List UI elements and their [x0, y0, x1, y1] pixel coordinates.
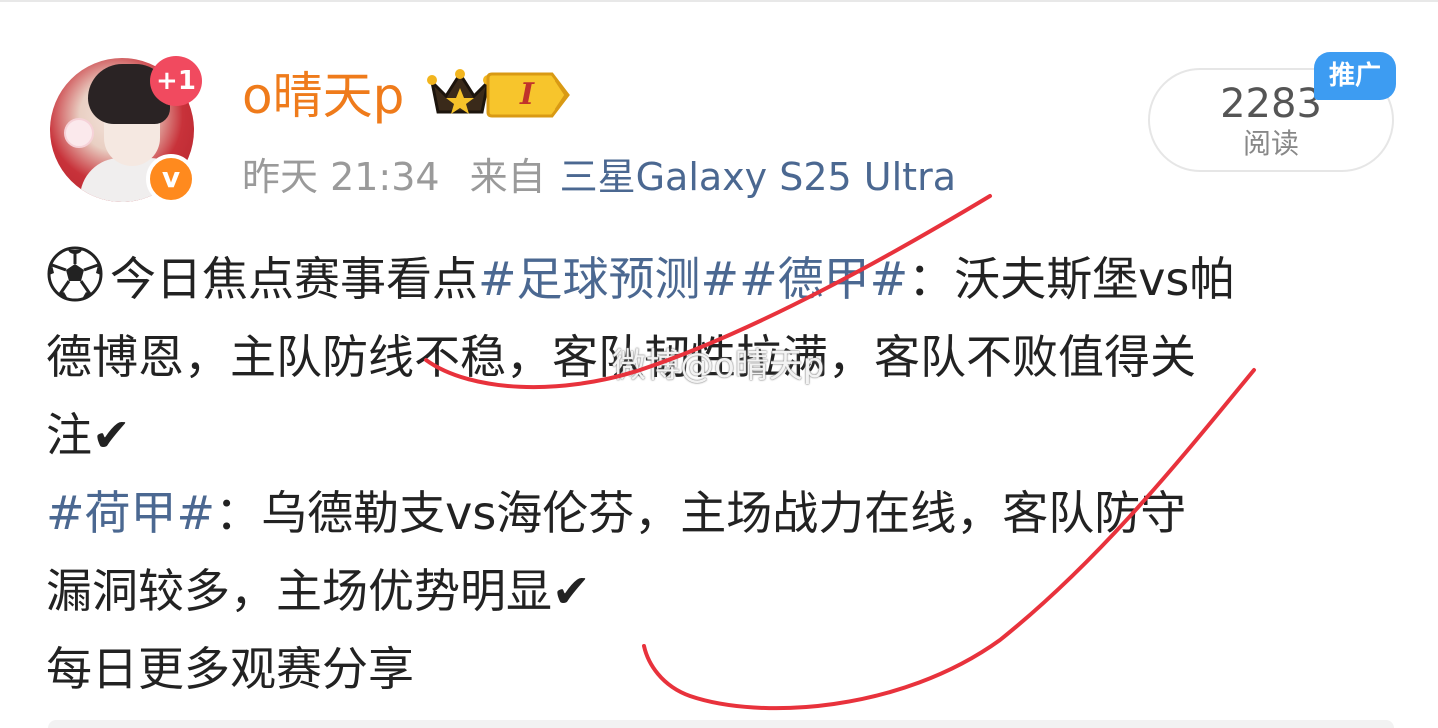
- hashtag-football-prediction[interactable]: #足球预测#: [478, 252, 739, 306]
- source-label: 来自: [469, 155, 546, 199]
- verified-icon: v: [146, 154, 196, 204]
- weibo-post-card: +1 v o晴天p I 昨天 21:34 来自 三星Galaxy S25 Ultra…: [0, 0, 1438, 728]
- post-time: 昨天 21:34: [242, 155, 440, 199]
- post-text-match-2: ：乌德勒支vs海伦芬，主场战力在线，客队防守: [215, 486, 1187, 540]
- post-line-3: 注✔: [46, 408, 131, 462]
- avatar-bubble: [64, 118, 94, 148]
- weibo-watermark: 微博@o晴天p: [612, 346, 825, 386]
- username[interactable]: o晴天p: [242, 66, 404, 126]
- hashtag-bundesliga[interactable]: #德甲#: [739, 252, 908, 306]
- post-meta: 昨天 21:34 来自 三星Galaxy S25 Ultra: [242, 152, 956, 202]
- hashtag-eredivisie[interactable]: #荷甲#: [46, 486, 215, 540]
- source-device-link[interactable]: 三星Galaxy S25 Ultra: [560, 155, 956, 199]
- post-line-4: #荷甲#：乌德勒支vs海伦芬，主场战力在线，客队防守: [46, 474, 1396, 552]
- post-text-intro: 今日焦点赛事看点: [110, 252, 478, 306]
- post-line-1: 今日焦点赛事看点#足球预测##德甲#：沃夫斯堡vs帕: [46, 240, 1396, 318]
- post-body: 今日焦点赛事看点#足球预测##德甲#：沃夫斯堡vs帕 德博恩，主队防线不稳，客队…: [46, 240, 1396, 708]
- bottom-divider: [48, 720, 1394, 728]
- reads-label: 阅读: [1242, 127, 1299, 160]
- soccer-ball-icon: [47, 246, 103, 302]
- post-text-match-1: ：沃夫斯堡vs帕: [908, 252, 1236, 306]
- post-line-6: 每日更多观赛分享: [46, 642, 414, 696]
- post-line-5: 漏洞较多，主场优势明显✔: [46, 564, 591, 618]
- top-divider: [0, 0, 1438, 2]
- follow-plus-badge[interactable]: +1: [150, 56, 202, 106]
- promo-tag[interactable]: 推广: [1314, 52, 1396, 100]
- crown-icon: [427, 69, 493, 114]
- level-badge-text: I: [519, 77, 535, 112]
